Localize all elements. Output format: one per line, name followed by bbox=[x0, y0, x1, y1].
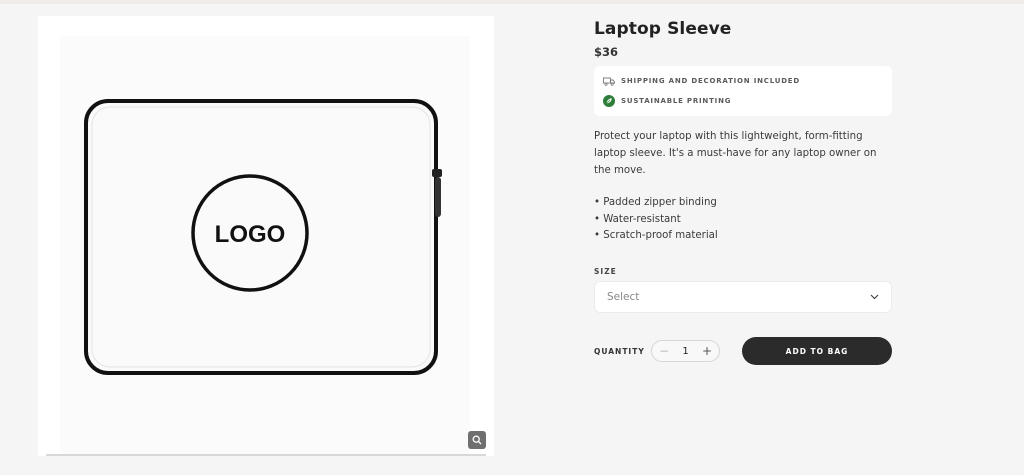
perk-label: SHIPPING AND DECORATION INCLUDED bbox=[621, 77, 801, 85]
quantity-label: QUANTITY bbox=[594, 346, 645, 356]
magnifier-icon bbox=[472, 435, 482, 445]
top-strip bbox=[0, 0, 1024, 4]
perk-sustainable: SUSTAINABLE PRINTING bbox=[602, 91, 884, 111]
feature-list: • Padded zipper binding • Water-resistan… bbox=[594, 195, 892, 245]
logo-text: LOGO bbox=[215, 221, 286, 248]
size-select[interactable]: Select bbox=[594, 280, 892, 313]
increment-button[interactable]: + bbox=[702, 344, 712, 358]
feature-item: • Padded zipper binding bbox=[594, 197, 717, 208]
product-details: Laptop Sleeve $36 SHIPPING AND DECORATIO… bbox=[594, 18, 892, 365]
product-price: $36 bbox=[594, 45, 619, 59]
quantity-value[interactable]: 1 bbox=[682, 346, 688, 357]
add-to-bag-button[interactable]: ADD TO BAG bbox=[742, 337, 892, 365]
decrement-button[interactable]: − bbox=[659, 344, 669, 358]
product-gallery: LOGO bbox=[38, 16, 494, 456]
product-description: Protect your laptop with this lightweigh… bbox=[594, 131, 877, 176]
size-label: SIZE bbox=[594, 266, 617, 276]
quantity-stepper[interactable]: − 1 + bbox=[651, 340, 720, 362]
perk-shipping: SHIPPING AND DECORATION INCLUDED bbox=[602, 71, 884, 91]
quantity-row: QUANTITY − 1 + ADD TO BAG bbox=[594, 337, 892, 365]
leaf-icon bbox=[602, 94, 616, 108]
perk-label: SUSTAINABLE PRINTING bbox=[621, 97, 732, 105]
size-select-value: Select bbox=[607, 290, 640, 303]
gallery-divider bbox=[46, 454, 486, 456]
feature-item: • Water-resistant bbox=[594, 213, 681, 225]
zoom-button[interactable] bbox=[468, 431, 486, 449]
product-image[interactable]: LOGO bbox=[84, 99, 444, 375]
truck-icon bbox=[602, 74, 616, 88]
chevron-down-icon bbox=[870, 294, 879, 299]
product-title: Laptop Sleeve bbox=[594, 19, 732, 39]
feature-item: • Scratch-proof material bbox=[594, 230, 718, 241]
perks-box: SHIPPING AND DECORATION INCLUDED SUSTAIN… bbox=[594, 66, 892, 116]
